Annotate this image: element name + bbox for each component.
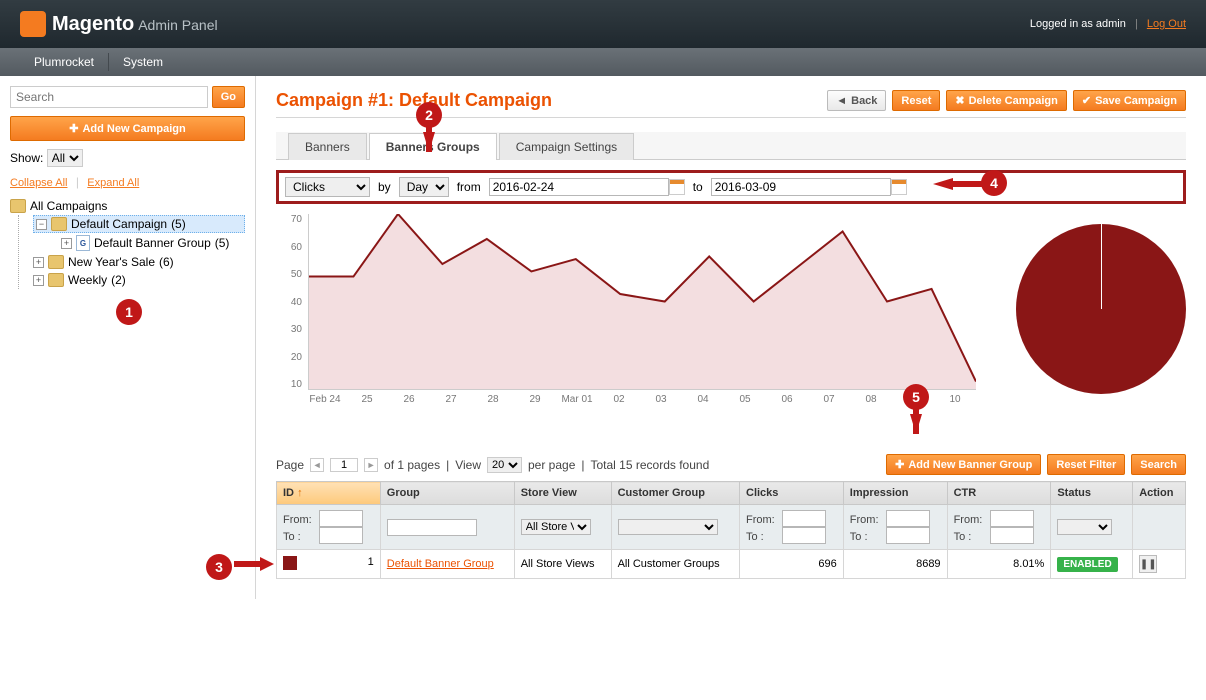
filter-store-view[interactable]: All Store Views — [521, 519, 591, 535]
per-page-suffix: per page — [528, 458, 575, 472]
col-clicks[interactable]: Clicks — [740, 482, 844, 505]
annotation-3: 3 — [206, 554, 232, 580]
by-label: by — [378, 180, 391, 194]
metric-select[interactable]: Clicks — [285, 177, 370, 197]
col-group[interactable]: Group — [380, 482, 514, 505]
from-date-input[interactable] — [489, 178, 669, 196]
page-label: Page — [276, 458, 304, 472]
col-ctr[interactable]: CTR — [947, 482, 1051, 505]
col-id[interactable]: ID ↑ — [277, 482, 381, 505]
filter-clicks-from[interactable] — [782, 510, 826, 527]
filter-ctr-from[interactable] — [990, 510, 1034, 527]
nav-system[interactable]: System — [109, 48, 177, 76]
filter-clicks-to[interactable] — [782, 527, 826, 544]
line-chart: 70605040302010 Feb 242526272829Mar 01020… — [276, 214, 976, 414]
pie-chart — [1016, 224, 1186, 394]
go-button[interactable]: Go — [212, 86, 245, 108]
group-icon: G — [76, 235, 90, 251]
logo-mark-icon — [20, 11, 46, 37]
collapse-icon[interactable]: − — [36, 219, 47, 230]
tree-default-campaign[interactable]: − Default Campaign (5) — [33, 215, 245, 233]
filter-customer-group[interactable] — [618, 519, 718, 535]
logout-link[interactable]: Log Out — [1147, 18, 1186, 30]
back-button[interactable]: ◄ Back — [827, 90, 886, 111]
search-input[interactable] — [10, 86, 208, 108]
expand-icon[interactable]: + — [33, 257, 44, 268]
collapse-all-link[interactable]: Collapse All — [10, 177, 67, 189]
total-records: Total 15 records found — [591, 458, 710, 472]
pause-icon[interactable]: ❚❚ — [1139, 555, 1157, 573]
col-customer-group[interactable]: Customer Group — [611, 482, 739, 505]
page-next-button[interactable]: ► — [364, 458, 378, 472]
tree-root[interactable]: All Campaigns — [10, 197, 245, 215]
filter-group[interactable] — [387, 519, 477, 536]
col-impression[interactable]: Impression — [843, 482, 947, 505]
col-store-view[interactable]: Store View — [514, 482, 611, 505]
view-label: View — [455, 458, 481, 472]
of-pages: of 1 pages — [384, 458, 440, 472]
annotation-4: 4 — [981, 170, 1007, 196]
filter-id-to[interactable] — [319, 527, 363, 544]
group-link[interactable]: Default Banner Group — [387, 558, 494, 570]
to-date-input[interactable] — [711, 178, 891, 196]
search-button[interactable]: Search — [1131, 454, 1186, 475]
logo: MagentoAdmin Panel — [20, 11, 218, 37]
reset-button[interactable]: Reset — [892, 90, 940, 111]
color-swatch-icon — [283, 556, 297, 570]
folder-icon — [51, 217, 67, 231]
col-action[interactable]: Action — [1133, 482, 1186, 505]
logo-text: MagentoAdmin Panel — [52, 13, 218, 36]
page-prev-button[interactable]: ◄ — [310, 458, 324, 472]
col-status[interactable]: Status — [1051, 482, 1133, 505]
filter-impression-from[interactable] — [886, 510, 930, 527]
calendar-icon[interactable] — [891, 179, 907, 195]
reset-filter-button[interactable]: Reset Filter — [1047, 454, 1125, 475]
to-label: to — [693, 180, 703, 194]
filter-id-from[interactable] — [319, 510, 363, 527]
tree-weekly[interactable]: + Weekly (2) — [33, 271, 245, 289]
top-right: Logged in as admin | Log Out — [1030, 18, 1186, 30]
expand-icon[interactable]: + — [33, 275, 44, 286]
tree-default-banner-group[interactable]: + G Default Banner Group (5) — [61, 233, 245, 253]
from-label: from — [457, 180, 481, 194]
add-banner-group-button[interactable]: ✚ Add New Banner Group — [886, 454, 1041, 475]
expand-icon[interactable]: + — [61, 238, 72, 249]
tree-new-years-sale[interactable]: + New Year's Sale (6) — [33, 253, 245, 271]
page-title: Campaign #1: Default Campaign — [276, 90, 552, 111]
show-select[interactable]: All — [47, 149, 83, 167]
folder-icon — [10, 199, 26, 213]
filter-ctr-to[interactable] — [990, 527, 1034, 544]
filter-impression-to[interactable] — [886, 527, 930, 544]
by-select[interactable]: Day — [399, 177, 449, 197]
show-label: Show: — [10, 151, 43, 165]
calendar-icon[interactable] — [669, 179, 685, 195]
logged-in-label: Logged in as admin — [1030, 18, 1126, 30]
filter-status[interactable] — [1057, 519, 1112, 535]
status-badge: ENABLED — [1057, 557, 1117, 572]
save-campaign-button[interactable]: ✔ Save Campaign — [1073, 90, 1186, 111]
page-input[interactable] — [330, 458, 358, 472]
delete-campaign-button[interactable]: ✖ Delete Campaign — [946, 90, 1066, 111]
folder-icon — [48, 273, 64, 287]
add-campaign-button[interactable]: ✚ Add New Campaign — [10, 116, 245, 141]
table-row[interactable]: 1 Default Banner Group All Store Views A… — [277, 550, 1186, 579]
tab-campaign-settings[interactable]: Campaign Settings — [499, 133, 634, 160]
annotation-5: 5 — [903, 384, 929, 410]
expand-all-link[interactable]: Expand All — [87, 177, 139, 189]
nav-plumrocket[interactable]: Plumrocket — [20, 48, 108, 76]
annotation-2: 2 — [416, 102, 442, 128]
per-page-select[interactable]: 20 — [487, 457, 522, 473]
folder-icon — [48, 255, 64, 269]
annotation-1: 1 — [116, 299, 142, 325]
tab-banners[interactable]: Banners — [288, 133, 367, 160]
